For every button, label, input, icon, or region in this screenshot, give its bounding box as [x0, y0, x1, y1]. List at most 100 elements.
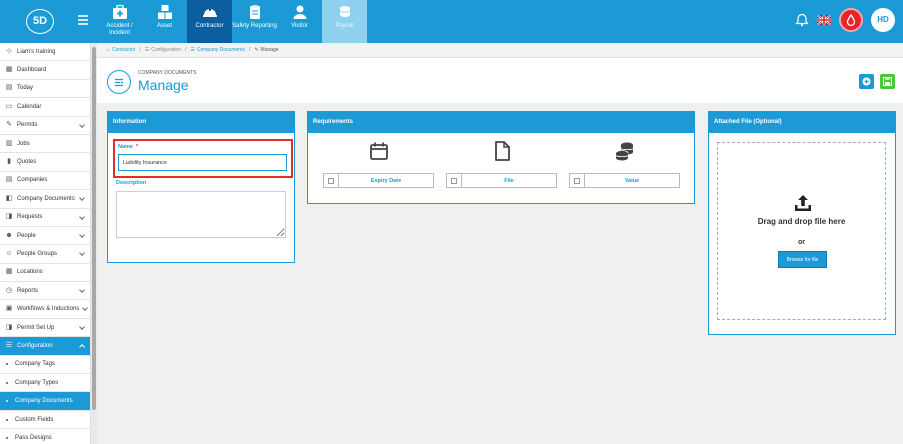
sidebar-subitem-custom-fields[interactable]: Custom Fields [0, 411, 90, 430]
module-payroll[interactable]: Payroll [322, 0, 367, 43]
sidebar-item-configuration[interactable]: ☰ Configuration [0, 337, 90, 356]
config-icon: ☰ [190, 47, 195, 53]
sidebar-item-label: Locations [17, 269, 43, 276]
save-button[interactable] [880, 74, 895, 89]
locations-icon: ▦ [5, 268, 13, 276]
workflows-icon: ▣ [5, 305, 13, 313]
page-header: COMPANY DOCUMENTS Manage [97, 58, 903, 103]
sidebar-item-people[interactable]: ☻ People [0, 227, 90, 246]
sidebar-item-jobs[interactable]: ▥ Jobs [0, 135, 90, 154]
information-panel: Information Name* Description [107, 111, 295, 263]
checkbox[interactable] [570, 174, 585, 187]
alert-button[interactable] [839, 8, 863, 32]
sidebar-item-calendar[interactable]: ▭ Calendar [0, 98, 90, 117]
sidebar-item-permit-setup[interactable]: ◨ Permit Set Up [0, 319, 90, 338]
notification-bell-icon[interactable] [795, 13, 809, 27]
bullet-icon [6, 436, 8, 439]
checkbox[interactable] [447, 174, 462, 187]
scrollbar-thumb[interactable] [92, 47, 96, 410]
sidebar-item-label: Quotes [17, 159, 37, 166]
sidebar-item-label: Dashboard [17, 67, 47, 74]
module-contractor[interactable]: Contractor [187, 0, 232, 43]
breadcrumb-separator: / [248, 47, 251, 53]
app-logo[interactable]: 5D [26, 9, 54, 34]
chevron-down-icon [79, 250, 85, 257]
module-label: Accident / Incident [106, 23, 133, 36]
sidebar-subitem-company-types[interactable]: Company Types [0, 374, 90, 393]
expiry-date-checkbox[interactable]: Expiry Date [323, 173, 434, 188]
quotes-icon: ▮ [7, 158, 11, 166]
name-input[interactable] [118, 154, 287, 171]
description-textarea[interactable] [116, 191, 286, 238]
file-dropzone[interactable]: Drag and drop file here or Browse for fi… [717, 142, 886, 320]
save-icon [883, 77, 892, 86]
sidebar-item-label: Company Documents [15, 398, 73, 405]
sidebar-item-label: Company Documents [17, 195, 75, 202]
plus-circle-icon [862, 77, 871, 86]
browse-file-button[interactable]: Browse for file [778, 251, 827, 268]
name-label: Name * [118, 144, 139, 150]
sidebar-item-label: People Groups [17, 250, 58, 257]
checkbox[interactable] [324, 174, 339, 187]
name-field-highlight: Name * [113, 139, 293, 178]
sidebar-subitem-company-tags[interactable]: Company Tags [0, 356, 90, 375]
sidebar-item-label: Workflows & Inductions [17, 306, 80, 313]
jobs-icon: ▥ [5, 139, 13, 147]
sidebar-item-label: Permits [17, 122, 38, 129]
value-checkbox[interactable]: Value [569, 173, 680, 188]
sidebar-item-permits[interactable]: ✎ Permits [0, 117, 90, 135]
breadcrumb-company-documents[interactable]: Company Documents [197, 47, 245, 53]
sidebar-item-workflows[interactable]: ▣ Workflows & Inductions [0, 300, 90, 319]
bullet-icon [6, 418, 8, 421]
sidebar-item-org[interactable]: ⊹ Liam's training [0, 43, 90, 62]
permit-icon: ✎ [6, 121, 12, 129]
module-asset[interactable]: Asset [142, 0, 187, 43]
module-safety-reporting[interactable]: Safety Reporting [232, 0, 277, 43]
sidebar-item-reports[interactable]: ◷ Reports [0, 282, 90, 301]
sidebar-item-label: Today [17, 85, 34, 92]
breadcrumb-contractor[interactable]: Contractor [112, 47, 135, 53]
chevron-down-icon [79, 287, 85, 293]
sidebar-item-people-groups[interactable]: ☺ People Groups [0, 245, 90, 264]
sidebar-item-today[interactable]: ▤ Today [0, 80, 90, 99]
calendar-icon: ▭ [5, 102, 13, 110]
user-avatar[interactable]: HD [871, 8, 895, 32]
sidebar-item-quotes[interactable]: ▮ Quotes [0, 153, 90, 172]
sidebar-item-label: Reports [17, 287, 39, 294]
requirement-value: Value [569, 140, 680, 190]
companies-icon: ▤ [5, 176, 13, 184]
menu-toggle-icon[interactable] [78, 15, 88, 26]
chevron-up-icon [79, 344, 85, 351]
sidebar-subitem-pass-designs[interactable]: Pass Designs [0, 429, 90, 444]
sidebar-item-dashboard[interactable]: ▦ Dashboard [0, 61, 90, 80]
panel-title: Requirements [308, 112, 694, 133]
module-visitor[interactable]: Visitor [277, 0, 322, 43]
file-checkbox[interactable]: File [446, 173, 557, 188]
sidebar-item-label: Pass Designs [15, 434, 52, 441]
sidebar-item-companies[interactable]: ▤ Companies [0, 172, 90, 191]
add-button[interactable] [859, 74, 874, 89]
module-switcher: Accident / Incident Asset Contractor Saf… [97, 0, 367, 43]
drop-text: Drag and drop file here [757, 217, 846, 226]
module-label: Visitor [291, 23, 308, 29]
sidebar-item-requests[interactable]: ◨ Requests [0, 209, 90, 227]
breadcrumb-configuration[interactable]: Configuration [151, 47, 181, 53]
requirement-label: Expiry Date [370, 177, 402, 184]
sidebar-item-company-documents[interactable]: ◧ Company Documents [0, 190, 90, 209]
bullet-icon [6, 363, 8, 366]
sidebar-item-label: Jobs [17, 140, 30, 147]
sidebar-item-label: Company Types [15, 379, 59, 386]
home-icon: ⌂ [107, 47, 111, 53]
sidebar-item-locations[interactable]: ▦ Locations [0, 264, 90, 283]
module-accident-incident[interactable]: Accident / Incident [97, 0, 142, 43]
sidebar-item-label: Company Tags [15, 361, 55, 368]
configuration-icon: ☰ [5, 341, 13, 349]
top-right-actions: HD [795, 8, 895, 32]
chevron-down-icon [79, 232, 85, 238]
sidebar-subitem-company-documents[interactable]: Company Documents [0, 392, 90, 411]
uk-flag-icon[interactable] [817, 15, 831, 25]
breadcrumb-separator: / [185, 47, 187, 53]
sidebar-item-label: Calendar [17, 103, 42, 110]
sidebar-scrollbar[interactable] [91, 43, 97, 444]
documents-icon: ◧ [5, 194, 13, 202]
